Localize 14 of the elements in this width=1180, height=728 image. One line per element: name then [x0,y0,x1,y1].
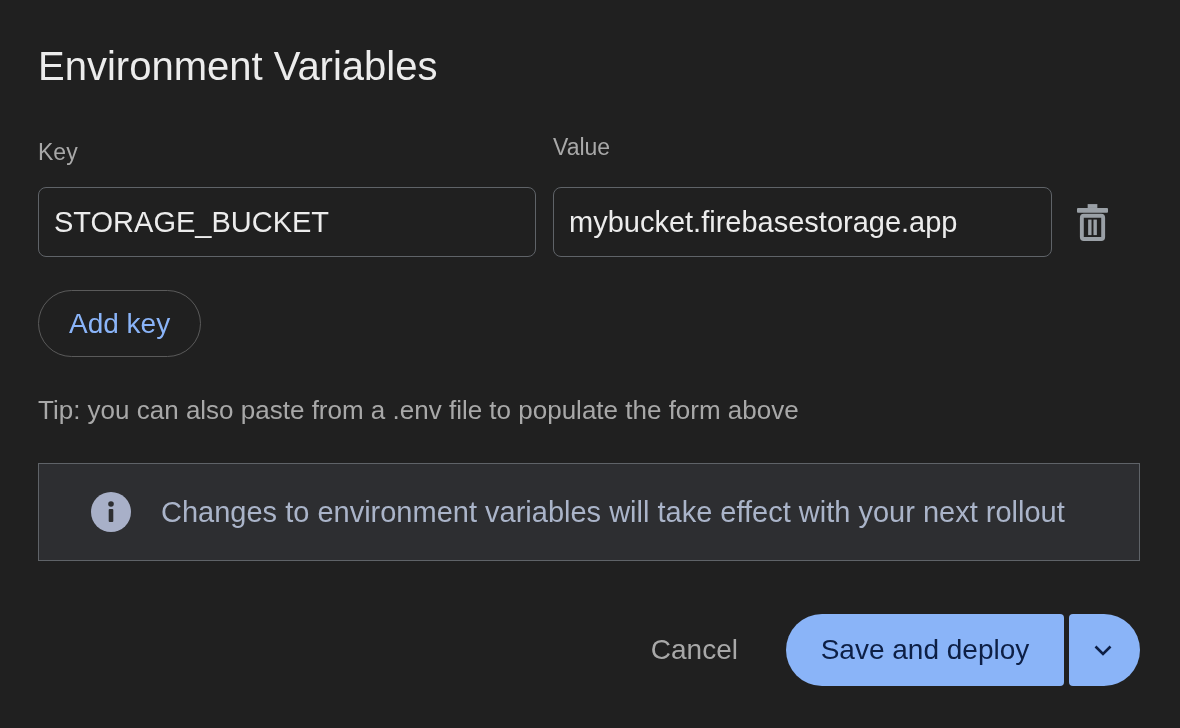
key-field[interactable]: STORAGE_BUCKET [38,187,536,257]
cancel-button[interactable]: Cancel [628,614,760,686]
chevron-down-icon [1093,644,1112,656]
value-label: Value [553,134,611,160]
dialog-title: Environment Variables [38,44,438,88]
dropdown-button[interactable] [1069,614,1140,686]
tip-text: Tip: you can also paste from a .env file to populate the form above [38,395,799,425]
save-and-deploy-button[interactable]: Save and deploy [786,614,1064,686]
trash-icon [1077,203,1108,241]
value-field[interactable]: mybucket.firebasestorage.app [553,187,1052,257]
info-message: Changes to environment variables will take effect with your next rollout [161,495,1065,529]
delete-button[interactable] [1077,203,1108,241]
info-icon [91,492,131,532]
key-label: Key [38,139,78,165]
